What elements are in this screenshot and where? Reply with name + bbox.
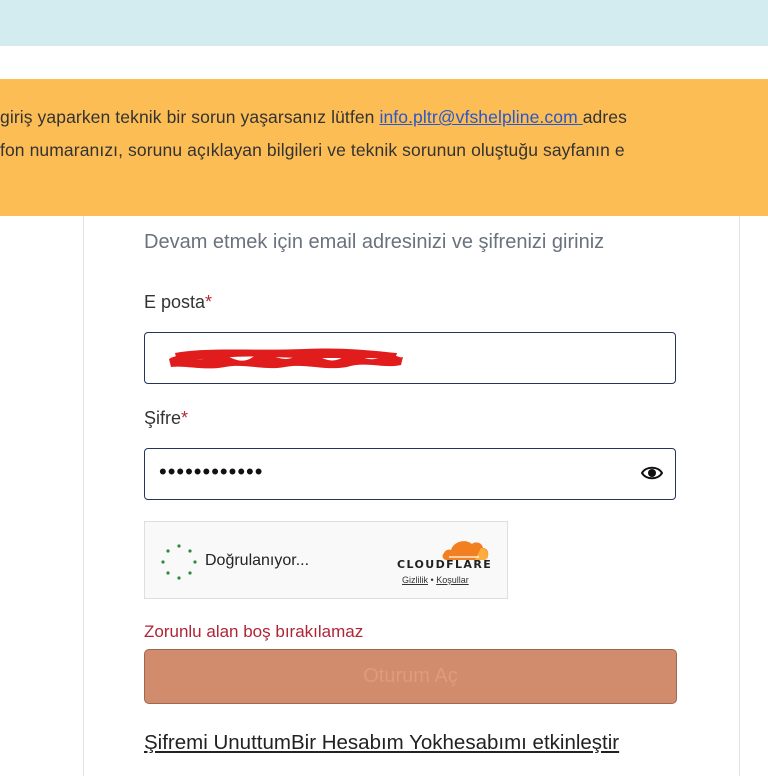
notice-text-end: adres xyxy=(582,107,627,127)
cloudflare-turnstile-widget[interactable]: Doğrulanıyor... CLOUDFLARE Gizlilik • Ko… xyxy=(144,521,508,599)
cloudflare-brand-text: CLOUDFLARE xyxy=(397,558,493,571)
required-field-error: Zorunlu alan boş bırakılamaz xyxy=(144,622,364,641)
password-field[interactable]: •••••••••••• xyxy=(144,448,676,500)
account-links: Şifremi UnuttumBir Hesabım Yokhesabımı e… xyxy=(144,731,619,755)
login-button[interactable]: Oturum Aç xyxy=(144,649,677,704)
activate-account-link[interactable]: hesabımı etkinleştir xyxy=(443,731,620,754)
show-password-eye-icon[interactable] xyxy=(641,464,663,482)
login-subtitle: Devam etmek için email adresinizi ve şif… xyxy=(144,231,605,253)
technical-issue-notice: giriş yaparken teknik bir sorun yaşarsan… xyxy=(0,79,768,216)
email-label: E posta* xyxy=(144,292,213,312)
cloudflare-links: Gizlilik • Koşullar xyxy=(402,575,469,585)
no-account-link[interactable]: Bir Hesabım Yok xyxy=(291,731,443,754)
email-field[interactable] xyxy=(144,332,676,384)
notice-text: giriş yaparken teknik bir sorun yaşarsan… xyxy=(0,107,380,127)
link-separator: • xyxy=(430,575,434,585)
redacted-email-scribble xyxy=(169,348,403,369)
forgot-password-link[interactable]: Şifremi Unuttum xyxy=(144,731,291,754)
password-label: Şifre* xyxy=(144,408,189,428)
support-email-link[interactable]: info.pltr@vfshelpline.com xyxy=(379,107,582,127)
required-mark: * xyxy=(181,408,189,428)
verification-status: Doğrulanıyor... xyxy=(205,552,310,569)
top-banner xyxy=(0,0,768,46)
notice-line-2: fon numaranızı, sorunu açıklayan bilgile… xyxy=(0,140,625,160)
required-mark: * xyxy=(205,292,213,312)
terms-link[interactable]: Koşullar xyxy=(436,575,469,585)
loading-spinner-icon xyxy=(161,544,197,580)
password-value: •••••••••••• xyxy=(159,459,264,484)
privacy-link[interactable]: Gizlilik xyxy=(402,575,428,585)
notice-line-1: giriş yaparken teknik bir sorun yaşarsan… xyxy=(0,107,627,128)
